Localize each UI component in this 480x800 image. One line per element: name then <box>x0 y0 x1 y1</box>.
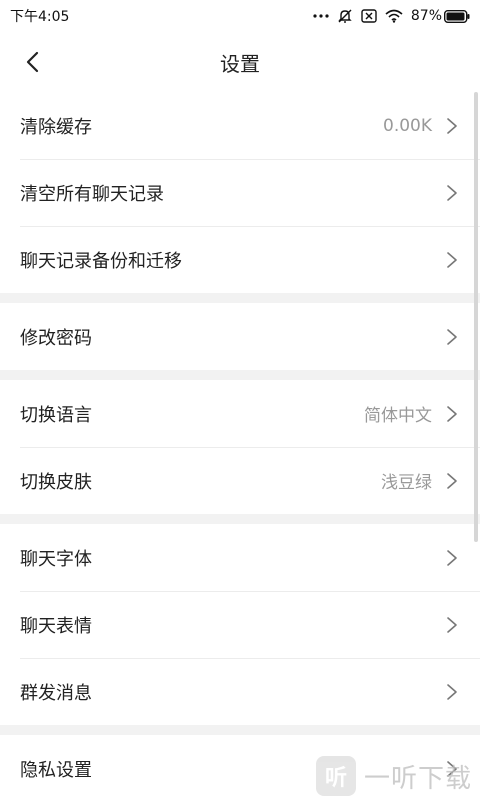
settings-item-label: 切换语言 <box>20 404 92 426</box>
settings-item-right <box>446 683 458 701</box>
settings-group-appearance: 切换语言 简体中文 切换皮肤 浅豆绿 <box>0 380 480 514</box>
settings-item-label: 聊天字体 <box>20 548 92 570</box>
group-separator <box>0 293 480 303</box>
watermark-logo: 听 <box>315 756 356 796</box>
settings-item-right: 0.00K <box>383 116 458 136</box>
settings-item-right: 浅豆绿 <box>381 468 458 493</box>
settings-item-right <box>446 549 458 567</box>
status-time: 下午4:05 <box>10 9 70 25</box>
settings-item-label: 清除缓存 <box>20 116 92 138</box>
settings-item-label: 聊天表情 <box>20 615 92 637</box>
settings-item-switch-language[interactable]: 切换语言 简体中文 <box>0 380 480 447</box>
status-bar: 下午4:05 87% <box>0 0 480 32</box>
settings-item-label: 聊天记录备份和迁移 <box>20 250 182 272</box>
settings-item-value: 简体中文 <box>364 406 432 426</box>
settings-item-chat-font[interactable]: 聊天字体 <box>0 524 480 591</box>
settings-item-label: 隐私设置 <box>20 759 92 781</box>
settings-item-clear-cache[interactable]: 清除缓存 0.00K <box>0 92 480 159</box>
scrollbar[interactable] <box>474 92 478 542</box>
chevron-right-icon <box>447 251 457 268</box>
settings-group-storage: 清除缓存 0.00K 清空所有聊天记录 聊天记录备份和迁移 <box>0 92 480 293</box>
group-separator <box>0 725 480 735</box>
settings-group-chat: 聊天字体 聊天表情 群发消息 <box>0 524 480 725</box>
settings-group-account: 修改密码 <box>0 303 480 370</box>
sim-x-icon <box>361 9 377 23</box>
settings-item-right <box>446 616 458 634</box>
group-separator <box>0 514 480 524</box>
chevron-right-icon <box>447 616 457 633</box>
settings-item-label: 切换皮肤 <box>20 471 92 493</box>
mute-icon <box>337 8 353 24</box>
group-separator <box>0 370 480 380</box>
settings-item-chat-backup[interactable]: 聊天记录备份和迁移 <box>0 226 480 293</box>
back-button[interactable] <box>12 40 52 84</box>
chevron-right-icon <box>447 117 457 134</box>
settings-item-change-password[interactable]: 修改密码 <box>0 303 480 370</box>
status-icons: 87% <box>313 8 470 24</box>
nav-bar: 设置 <box>0 32 480 92</box>
chevron-right-icon <box>447 328 457 345</box>
settings-item-label: 清空所有聊天记录 <box>20 183 164 205</box>
chevron-right-icon <box>447 405 457 422</box>
settings-item-label: 修改密码 <box>20 327 92 349</box>
more-dots-icon <box>313 13 329 19</box>
battery-percent: 87% <box>410 8 442 24</box>
battery-icon <box>444 9 470 23</box>
settings-item-value: 浅豆绿 <box>381 473 432 493</box>
settings-item-right: 简体中文 <box>364 401 458 426</box>
wifi-icon <box>385 9 403 23</box>
settings-item-right <box>446 251 458 269</box>
settings-list: 清除缓存 0.00K 清空所有聊天记录 聊天记录备份和迁移 修改密码 切换语言 … <box>0 92 480 800</box>
chevron-right-icon <box>447 472 457 489</box>
chevron-right-icon <box>447 549 457 566</box>
settings-item-clear-all-chats[interactable]: 清空所有聊天记录 <box>0 159 480 226</box>
settings-item-label: 群发消息 <box>20 682 92 704</box>
battery-indicator: 87% <box>411 8 470 24</box>
watermark-text: 一听下载 <box>363 763 472 794</box>
chevron-left-icon <box>26 51 39 73</box>
chevron-right-icon <box>447 683 457 700</box>
settings-item-broadcast-message[interactable]: 群发消息 <box>0 658 480 725</box>
settings-item-right <box>446 184 458 202</box>
chevron-right-icon <box>447 184 457 201</box>
settings-item-chat-emoji[interactable]: 聊天表情 <box>0 591 480 658</box>
settings-item-value: 0.00K <box>383 115 432 136</box>
settings-item-right <box>446 328 458 346</box>
watermark: 听 一听下载 <box>315 756 472 796</box>
settings-item-switch-skin[interactable]: 切换皮肤 浅豆绿 <box>0 447 480 514</box>
page-title: 设置 <box>220 51 260 76</box>
